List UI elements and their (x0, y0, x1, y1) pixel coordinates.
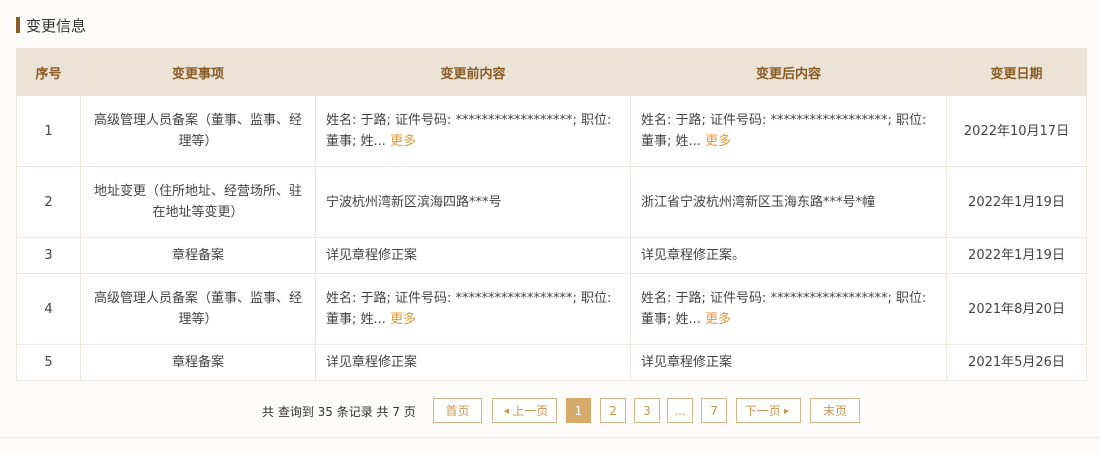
page-button-2[interactable]: 2 (600, 398, 626, 423)
row-index: 4 (16, 273, 81, 345)
table-header-row: 序号 变更事项 变更前内容 变更后内容 变更日期 (16, 48, 1087, 96)
row-index: 2 (16, 166, 81, 238)
row-after: 姓名: 于路; 证件号码: ******************; 职位: 董事… (630, 95, 947, 167)
row-after-text: 姓名: 于路; 证件号码: ******************; 职位: 董事… (641, 291, 927, 327)
row-date: 2022年1月19日 (946, 237, 1087, 274)
first-page-label: 首页 (445, 404, 470, 418)
row-item: 高级管理人员备案（董事、监事、经理等） (80, 95, 316, 167)
row-before: 详见章程修正案 (315, 237, 631, 274)
next-page-label: 下一页 (744, 404, 781, 418)
row-after: 浙江省宁波杭州湾新区玉海东路***号*幢 (630, 166, 947, 238)
row-date: 2021年5月26日 (946, 344, 1087, 381)
row-before-text: 姓名: 于路; 证件号码: ******************; 职位: 董事… (326, 113, 612, 149)
page-ellipsis: ... (667, 398, 693, 423)
ellipsis-text: ... (674, 403, 686, 418)
table-row: 3 章程备案 详见章程修正案 详见章程修正案。 2022年1月19日 (16, 237, 1087, 274)
row-index: 3 (16, 237, 81, 274)
triangle-right-icon: ▶ (783, 406, 790, 415)
more-link[interactable]: 更多 (705, 134, 731, 149)
header-index: 序号 (16, 48, 81, 96)
row-date: 2022年10月17日 (946, 95, 1087, 167)
page-number: 7 (710, 403, 718, 418)
header-after: 变更后内容 (630, 48, 947, 96)
row-before-text: 姓名: 于路; 证件号码: ******************; 职位: 董事… (326, 291, 612, 327)
header-item: 变更事项 (80, 48, 316, 96)
first-page-button[interactable]: 首页 (433, 398, 482, 423)
header-before: 变更前内容 (315, 48, 631, 96)
row-before: 姓名: 于路; 证件号码: ******************; 职位: 董事… (315, 273, 631, 345)
page-button-3[interactable]: 3 (634, 398, 660, 423)
more-link[interactable]: 更多 (705, 312, 731, 327)
last-page-label: 末页 (822, 404, 847, 418)
table-row: 2 地址变更（住所地址、经营场所、驻在地址等变更） 宁波杭州湾新区滨海四路***… (16, 166, 1087, 238)
table-row: 4 高级管理人员备案（董事、监事、经理等） 姓名: 于路; 证件号码: ****… (16, 273, 1087, 345)
row-after: 详见章程修正案。 (630, 237, 947, 274)
last-page-button[interactable]: 末页 (810, 398, 860, 423)
page-number: 2 (609, 403, 617, 418)
row-item: 地址变更（住所地址、经营场所、驻在地址等变更） (80, 166, 316, 238)
pagination: 共 查询到 35 条记录 共 7 页 首页 ◀ 上一页 1 2 3 ... 7 下… (0, 398, 1100, 424)
title-bar-marker (16, 17, 20, 33)
row-item: 章程备案 (80, 237, 316, 274)
prev-page-button[interactable]: ◀ 上一页 (492, 398, 557, 423)
more-link[interactable]: 更多 (390, 134, 416, 149)
change-records-table: 序号 变更事项 变更前内容 变更后内容 变更日期 1 高级管理人员备案（董事、监… (16, 48, 1087, 381)
row-date: 2021年8月20日 (946, 273, 1087, 345)
row-after-text: 姓名: 于路; 证件号码: ******************; 职位: 董事… (641, 113, 927, 149)
row-item: 章程备案 (80, 344, 316, 381)
header-date: 变更日期 (946, 48, 1087, 96)
page-button-7[interactable]: 7 (701, 398, 727, 423)
bottom-divider (0, 437, 1100, 438)
row-item: 高级管理人员备案（董事、监事、经理等） (80, 273, 316, 345)
pagination-summary: 共 查询到 35 条记录 共 7 页 (262, 405, 416, 419)
page-number: 1 (574, 403, 583, 418)
next-page-button[interactable]: 下一页 ▶ (736, 398, 801, 423)
row-index: 5 (16, 344, 81, 381)
row-date: 2022年1月19日 (946, 166, 1087, 238)
row-before: 宁波杭州湾新区滨海四路***号 (315, 166, 631, 238)
triangle-left-icon: ◀ (503, 406, 510, 415)
section-title: 变更信息 (16, 15, 86, 35)
section-title-text: 变更信息 (26, 16, 87, 35)
prev-page-label: 上一页 (512, 404, 549, 418)
row-after: 详见章程修正案 (630, 344, 947, 381)
row-index: 1 (16, 95, 81, 167)
more-link[interactable]: 更多 (390, 312, 416, 327)
page-button-1[interactable]: 1 (566, 398, 591, 423)
row-after: 姓名: 于路; 证件号码: ******************; 职位: 董事… (630, 273, 947, 345)
row-before: 详见章程修正案 (315, 344, 631, 381)
row-before: 姓名: 于路; 证件号码: ******************; 职位: 董事… (315, 95, 631, 167)
table-row: 1 高级管理人员备案（董事、监事、经理等） 姓名: 于路; 证件号码: ****… (16, 95, 1087, 167)
table-row: 5 章程备案 详见章程修正案 详见章程修正案 2021年5月26日 (16, 344, 1087, 381)
page-number: 3 (643, 403, 651, 418)
